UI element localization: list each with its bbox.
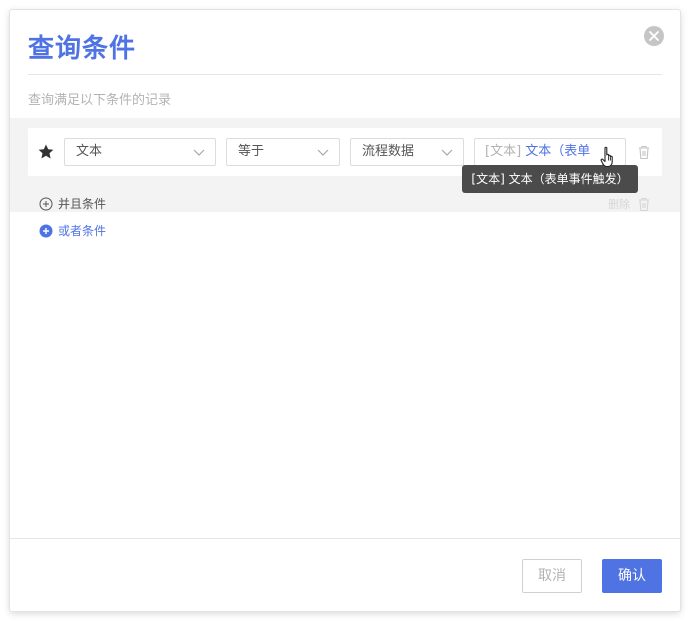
confirm-button[interactable]: 确认 — [602, 559, 662, 593]
add-or-condition-button[interactable]: 或者条件 — [39, 222, 106, 239]
title-divider — [28, 74, 662, 75]
trash-icon[interactable] — [637, 144, 651, 160]
cancel-button[interactable]: 取消 — [522, 559, 582, 593]
source-select[interactable]: 流程数据 — [350, 138, 464, 166]
field-select[interactable]: 文本 — [64, 138, 216, 166]
value-text-label: 文本（表单 — [525, 144, 591, 159]
hand-cursor-icon — [600, 146, 613, 168]
trash-icon[interactable] — [637, 196, 651, 212]
dialog-title: 查询条件 — [28, 34, 137, 64]
plus-circle-icon — [39, 224, 53, 237]
chevron-down-icon — [441, 149, 453, 156]
source-select-value: 流程数据 — [362, 144, 415, 159]
faded-delete-label: 删除 — [608, 198, 630, 211]
query-conditions-dialog: 查询条件 查询满足以下条件的记录 文本 等于 流程数据 [文本] 文本（表单 并… — [10, 10, 680, 611]
chevron-down-icon — [193, 149, 205, 156]
dialog-subtitle: 查询满足以下条件的记录 — [28, 93, 172, 108]
chevron-down-icon — [317, 149, 329, 156]
or-condition-label: 或者条件 — [58, 224, 107, 238]
close-icon — [649, 31, 659, 41]
footer-divider — [10, 538, 680, 539]
value-tooltip: [文本] 文本（表单事件触发） — [462, 160, 638, 193]
field-select-value: 文本 — [76, 144, 103, 159]
add-and-condition-button[interactable]: 并且条件 — [39, 195, 106, 212]
and-condition-label: 并且条件 — [58, 197, 107, 211]
star-icon — [38, 144, 54, 159]
operator-select[interactable]: 等于 — [226, 138, 340, 166]
value-type-label: [文本] — [485, 144, 522, 159]
operator-select-value: 等于 — [238, 144, 265, 159]
close-button[interactable] — [644, 26, 664, 46]
plus-circle-icon — [39, 197, 53, 210]
